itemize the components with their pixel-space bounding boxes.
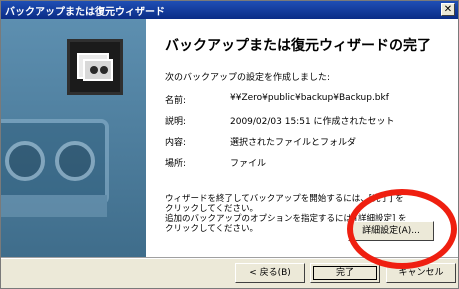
settings-value: 選択されたファイルとフォルダ xyxy=(230,138,357,148)
intro-text: 次のバックアップの設定を作成しました: xyxy=(165,73,331,83)
settings-label: 名前: xyxy=(165,96,187,106)
settings-row-location: 場所: ファイル xyxy=(165,156,266,169)
settings-row-description: 説明: 2009/02/03 15:51 に作成されたセット xyxy=(165,114,395,127)
backup-wizard-icon xyxy=(67,39,123,95)
close-button[interactable]: ✕ xyxy=(441,3,455,16)
back-button[interactable]: < 戻る(B) xyxy=(235,263,305,283)
settings-value: 2009/02/03 15:51 に作成されたセット xyxy=(230,117,395,127)
window-title: バックアップまたは復元ウィザード xyxy=(5,7,165,18)
annotation-highlight-circle xyxy=(347,189,457,269)
title-bar: バックアップまたは復元ウィザード ✕ xyxy=(1,1,458,19)
settings-value: ファイル xyxy=(230,159,267,169)
wizard-window: バックアップまたは復元ウィザード ✕ バックアップまたは復元ウィザードの完了 次… xyxy=(0,0,459,289)
backup-drive-icon xyxy=(77,53,113,81)
settings-row-name: 名前: ¥¥Zero¥public¥backup¥Backup.bkf xyxy=(165,93,389,106)
page-title: バックアップまたは復元ウィザードの完了 xyxy=(165,38,431,54)
settings-label: 内容: xyxy=(165,138,187,148)
settings-label: 場所: xyxy=(165,159,187,169)
side-panel-decoration xyxy=(1,119,109,217)
settings-label: 説明: xyxy=(165,117,187,127)
settings-row-contents: 内容: 選択されたファイルとフォルダ xyxy=(165,135,356,148)
close-icon: ✕ xyxy=(443,4,453,15)
wizard-side-panel xyxy=(1,19,146,257)
settings-value: ¥¥Zero¥public¥backup¥Backup.bkf xyxy=(230,93,389,103)
finish-button[interactable]: 完了 xyxy=(310,263,380,283)
